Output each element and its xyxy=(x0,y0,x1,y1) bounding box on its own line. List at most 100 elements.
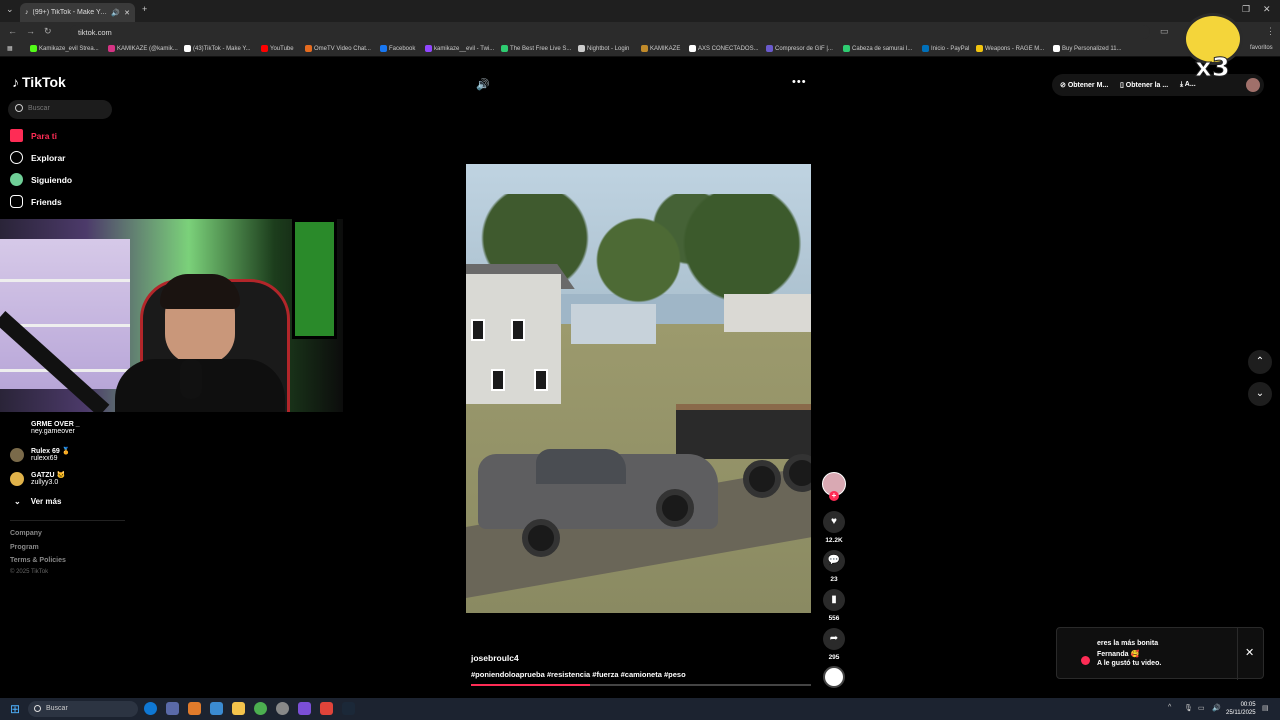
nav-item-para-ti[interactable]: Para ti xyxy=(10,129,57,142)
video-progress-bar[interactable] xyxy=(471,684,811,686)
file-explorer-icon[interactable] xyxy=(232,702,245,715)
back-icon[interactable]: ← xyxy=(8,26,17,36)
save-count: 556 xyxy=(828,615,840,622)
bookmark-item[interactable]: YouTube xyxy=(261,45,294,52)
next-video-button[interactable]: ⌄ xyxy=(1248,382,1272,406)
windows-start-icon[interactable]: ⊞ xyxy=(10,702,20,716)
video-player[interactable] xyxy=(466,164,811,613)
app-icon[interactable] xyxy=(276,702,289,715)
tab-audio-icon[interactable]: 🔊 xyxy=(111,9,120,17)
get-app-button[interactable]: ⊘ Obtener M... xyxy=(1060,81,1108,89)
save-button[interactable]: ▮ xyxy=(823,589,845,611)
window-close-icon[interactable]: ✕ xyxy=(1263,4,1271,15)
friends-icon xyxy=(10,195,23,208)
bookmark-item[interactable]: KAMIKAZE xyxy=(641,45,680,52)
chrome-icon[interactable] xyxy=(254,702,267,715)
reload-icon[interactable]: ↻ xyxy=(44,26,52,37)
follow-plus-icon[interactable]: + xyxy=(829,491,839,501)
steam-icon[interactable] xyxy=(342,702,355,715)
ver-mas-button[interactable]: ⌄ Ver más xyxy=(14,497,61,506)
bookmark-item[interactable]: (43)TikTok - Make Y... xyxy=(184,45,251,52)
video-username[interactable]: josebroulc4 xyxy=(471,653,519,663)
bookmark-item[interactable]: Facebook xyxy=(380,45,415,52)
cast-icon[interactable]: ▭ xyxy=(1160,26,1169,37)
copyright: © 2025 TikTok xyxy=(10,569,49,575)
nav-item-explorar[interactable]: Explorar xyxy=(10,151,66,164)
bookmark-item[interactable]: KAMIKAZE (@kamik... xyxy=(108,45,178,52)
nav-label: Explorar xyxy=(31,152,66,163)
share-button[interactable]: ➦ xyxy=(823,628,845,650)
share-icon: ➦ xyxy=(829,633,839,644)
tab-list-icon[interactable]: ⌄ xyxy=(6,4,14,15)
bookmark-item[interactable]: Weapons - RAGE M... xyxy=(976,45,1044,52)
wheel xyxy=(743,460,781,498)
footer-link[interactable]: Company xyxy=(10,530,42,537)
bookmark-item[interactable]: Buy Personalized 11... xyxy=(1053,45,1122,52)
profile-avatar[interactable] xyxy=(1246,78,1260,92)
windows-taskbar: ⊞ Buscar ^ 🎙 ▭ 🔊 00:05 25/11/2025 ▤ xyxy=(0,698,1280,720)
more-options-icon[interactable]: ••• xyxy=(792,76,807,88)
app-icon[interactable] xyxy=(188,702,201,715)
following-account[interactable]: GRME OVER _ ney.gameover xyxy=(10,421,80,435)
search-input[interactable]: Buscar xyxy=(8,100,112,119)
apps-grid-icon[interactable]: ▦ xyxy=(7,45,13,52)
bookmark-item[interactable]: AXS CONECTADOS... xyxy=(689,45,759,52)
favorites-folder[interactable]: favoritos xyxy=(1250,45,1273,51)
clock-date: 25/11/2025 xyxy=(1226,710,1256,716)
edge-icon[interactable] xyxy=(144,702,157,715)
logo-text: TikTok xyxy=(22,74,66,90)
music-disc-icon[interactable] xyxy=(823,666,845,688)
app-icon[interactable] xyxy=(210,702,223,715)
forward-icon[interactable]: → xyxy=(26,26,35,36)
tab-close-icon[interactable]: ✕ xyxy=(124,9,130,17)
notification-line: Fernanda 🥰 xyxy=(1097,651,1140,658)
chevron-down-icon: ⌄ xyxy=(14,497,21,506)
nav-item-friends[interactable]: Friends xyxy=(10,195,62,208)
browser-menu-icon[interactable]: ⋮ xyxy=(1266,26,1275,37)
previous-video-button[interactable]: ⌃ xyxy=(1248,350,1272,374)
tiktok-logo[interactable]: ♪ TikTok xyxy=(12,74,66,90)
bookmark-item[interactable]: Nightbot - Login xyxy=(578,45,629,52)
volume-tray-icon[interactable]: 🔊 xyxy=(1212,704,1221,712)
share-count: 295 xyxy=(828,654,840,661)
bookmark-item[interactable]: kamikaze__evil - Twi... xyxy=(425,45,494,52)
system-clock[interactable]: 00:05 25/11/2025 xyxy=(1226,701,1256,717)
video-hashtags[interactable]: #poniendoloaprueba #resistencia #fuerza … xyxy=(471,670,686,679)
brave-icon[interactable] xyxy=(320,702,333,715)
comment-button[interactable]: 💬 xyxy=(823,550,845,572)
following-account[interactable]: GATZU 🐱 zullyy3.0 xyxy=(10,471,65,486)
app-icon[interactable] xyxy=(298,702,311,715)
bookmark-item[interactable]: OmeTV Video Chat... xyxy=(305,45,371,52)
volume-icon[interactable]: 🔊 xyxy=(476,78,490,91)
new-tab-icon[interactable]: + xyxy=(142,4,147,14)
account-name: GATZU 🐱 xyxy=(31,472,66,479)
close-icon[interactable]: ✕ xyxy=(1245,646,1254,659)
url-field[interactable]: tiktok.com xyxy=(70,25,1150,39)
bookmark-item[interactable]: Inicio - PayPal xyxy=(922,45,969,52)
taskbar-search-label: Buscar xyxy=(46,705,68,712)
like-button[interactable]: ♥ xyxy=(823,511,845,533)
notifications-icon[interactable]: ▤ xyxy=(1262,704,1269,712)
nav-label: Siguiendo xyxy=(31,174,73,185)
bookmark-item[interactable]: Compresor de GIF |... xyxy=(766,45,833,52)
following-account[interactable]: Rulex 69 🏅 rulexx69 xyxy=(10,447,70,462)
bookmark-item[interactable]: Kamikaze_evil Strea... xyxy=(30,45,99,52)
browser-tab[interactable]: ♪ (99+) TikTok - Make Your D... 🔊 ✕ xyxy=(20,3,135,22)
bookmark-item[interactable]: Cabeza de samurai I... xyxy=(843,45,912,52)
search-icon xyxy=(34,705,41,712)
bookmark-item[interactable]: The Best Free Live S... xyxy=(501,45,571,52)
nav-item-siguiendo[interactable]: Siguiendo xyxy=(10,173,72,186)
footer-link[interactable]: Program xyxy=(10,544,39,551)
taskbar-search[interactable]: Buscar xyxy=(28,701,138,717)
network-icon[interactable]: ▭ xyxy=(1198,704,1205,712)
upload-button[interactable]: ⤓ A... xyxy=(1180,81,1196,89)
chevron-down-icon: ⌄ xyxy=(1255,388,1265,399)
like-notification[interactable]: eres la más bonita Fernanda 🥰 A le gustó… xyxy=(1056,627,1264,680)
chevron-up-icon: ⌃ xyxy=(1255,356,1265,367)
footer-link[interactable]: Terms & Policies xyxy=(10,557,66,564)
tray-chevron-icon[interactable]: ^ xyxy=(1168,704,1171,711)
app-icon[interactable] xyxy=(166,702,179,715)
account-name: Rulex 69 🏅 xyxy=(31,448,71,455)
get-desktop-app-button[interactable]: ▯ Obtener la ... xyxy=(1120,81,1168,89)
mic-icon[interactable]: 🎙 xyxy=(1184,704,1193,712)
